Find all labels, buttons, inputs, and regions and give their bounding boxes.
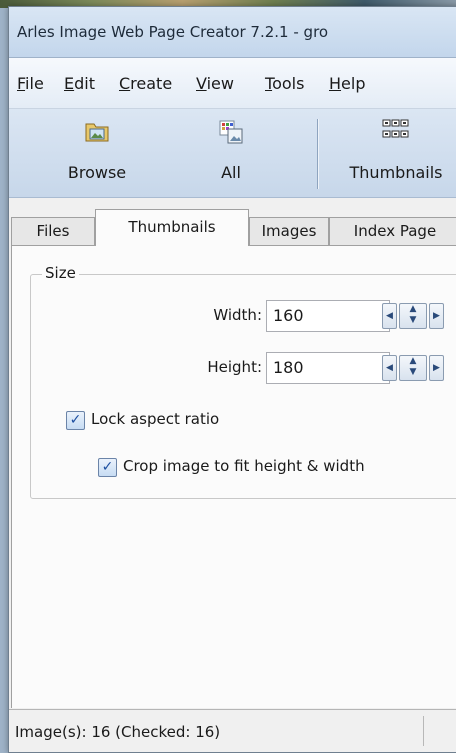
- menu-view[interactable]: View: [196, 74, 234, 93]
- height-stepper-button[interactable]: ▲ ▼: [399, 355, 427, 381]
- tab-thumbnails[interactable]: Thumbnails: [95, 209, 249, 246]
- crop-label[interactable]: Crop image to fit height & width: [123, 457, 365, 475]
- all-images-icon: [218, 119, 244, 149]
- tab-images[interactable]: Images: [249, 217, 329, 245]
- lock-aspect-checkbox[interactable]: ✓: [66, 411, 85, 430]
- menu-bar: File Edit Create View Tools Help: [9, 58, 456, 109]
- tab-strip: Files Thumbnails Images Index Page: [9, 205, 456, 246]
- thumbnails-icon: [382, 119, 410, 145]
- width-label: Width:: [213, 306, 262, 324]
- title-bar[interactable]: Arles Image Web Page Creator 7.2.1 - gro: [9, 7, 456, 58]
- width-stepper-button[interactable]: ▲ ▼: [399, 303, 427, 329]
- crop-checkbox[interactable]: ✓: [98, 458, 117, 477]
- height-decrease-button[interactable]: ◀: [382, 355, 397, 381]
- window-title: Arles Image Web Page Creator 7.2.1 - gro: [17, 23, 329, 41]
- folder-image-icon: [84, 119, 110, 147]
- size-group-legend: Size: [42, 264, 79, 282]
- tab-index-page[interactable]: Index Page: [329, 217, 456, 245]
- tab-files[interactable]: Files: [11, 217, 95, 245]
- height-label: Height:: [207, 358, 262, 376]
- height-spinner[interactable]: ◀ ▲ ▼ ▶: [382, 355, 444, 381]
- menu-create[interactable]: Create: [119, 74, 172, 93]
- width-increase-button[interactable]: ▶: [429, 303, 444, 329]
- width-decrease-button[interactable]: ◀: [382, 303, 397, 329]
- menu-edit[interactable]: Edit: [64, 74, 95, 93]
- thumbnails-button[interactable]: Thumbnails: [331, 115, 456, 193]
- lock-aspect-label[interactable]: Lock aspect ratio: [91, 410, 219, 428]
- width-spinner[interactable]: ◀ ▲ ▼ ▶: [382, 303, 444, 329]
- status-text: Image(s): 16 (Checked: 16): [15, 723, 221, 741]
- toolbar: Browse All Thumbnails: [9, 109, 456, 198]
- height-increase-button[interactable]: ▶: [429, 355, 444, 381]
- all-button[interactable]: All: [195, 115, 267, 193]
- menu-tools[interactable]: Tools: [265, 74, 304, 93]
- menu-file[interactable]: File: [17, 74, 44, 93]
- menu-help[interactable]: Help: [329, 74, 365, 93]
- app-window: Arles Image Web Page Creator 7.2.1 - gro…: [8, 6, 456, 753]
- toolbar-separator: [317, 119, 319, 189]
- thumbnails-panel: Size Width: 160 ◀ ▲ ▼ ▶ Height: 180 ◀ ▲ ▼ …: [11, 245, 456, 708]
- width-field[interactable]: 160: [266, 300, 390, 332]
- status-bar: Image(s): 16 (Checked: 16): [9, 709, 456, 752]
- height-field[interactable]: 180: [266, 352, 390, 384]
- status-separator: [423, 716, 424, 746]
- browse-button[interactable]: Browse: [49, 115, 145, 193]
